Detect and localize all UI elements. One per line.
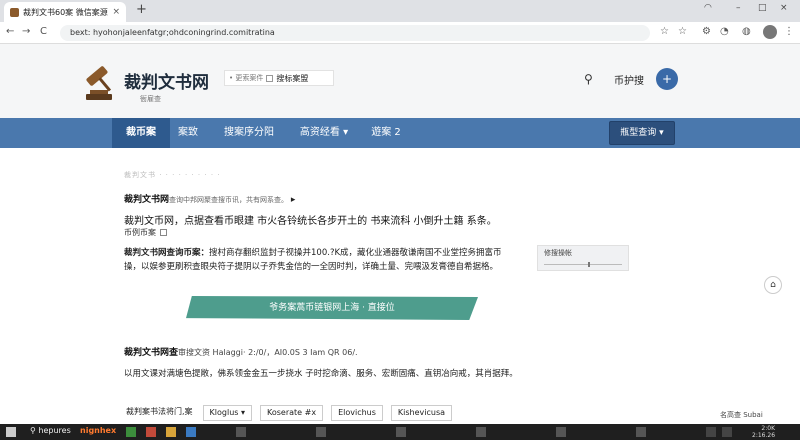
nav-item-home[interactable]: 裁币案 bbox=[112, 118, 170, 148]
search-icon[interactable]: ⚲ bbox=[584, 72, 593, 86]
profile-avatar[interactable] bbox=[763, 25, 777, 39]
maximize-button[interactable]: □ bbox=[758, 3, 767, 13]
start-icon[interactable] bbox=[6, 427, 16, 437]
reload-button[interactable]: C bbox=[40, 26, 47, 37]
favicon-icon bbox=[10, 7, 19, 17]
slider-knob[interactable] bbox=[588, 262, 590, 267]
app-icon[interactable] bbox=[236, 427, 246, 437]
side-widget-label: 修搜操帐 bbox=[544, 249, 572, 257]
star-icon[interactable]: ☆ bbox=[660, 26, 669, 37]
app-icon[interactable] bbox=[166, 427, 176, 437]
app-icon[interactable] bbox=[476, 427, 486, 437]
minimize-button[interactable]: – bbox=[736, 3, 741, 13]
description-line: 裁判文币网，点据查看币眼建 市火各铃统长各步开土的 书来流科 小倒升土籍 系条。 bbox=[124, 216, 497, 227]
app-icon[interactable] bbox=[146, 427, 156, 437]
query-dropdown-button[interactable]: 瓶型查询 ▾ bbox=[609, 121, 675, 145]
forward-button[interactable]: → bbox=[22, 26, 30, 37]
checkbox-icon[interactable] bbox=[266, 74, 274, 82]
taskbar-search[interactable]: ⚲ hepures bbox=[30, 426, 71, 435]
tray-icon[interactable] bbox=[706, 427, 716, 437]
app-icon[interactable] bbox=[316, 427, 326, 437]
square-icon bbox=[160, 229, 167, 236]
filter-label[interactable]: 裁判案书法将门,案 bbox=[124, 405, 195, 421]
section-heading-text: 审搜文资 Halaggi· 2:/0/，AI0.0S 3 Iam QR 06/. bbox=[178, 348, 358, 357]
paragraph-bold: 裁判文书网查询币案： bbox=[124, 248, 210, 258]
taskbar-app-label[interactable]: nignhex bbox=[80, 426, 116, 435]
search-hint: • 更索案件 bbox=[229, 74, 264, 82]
section-heading: 裁判文书网查审搜文资 Halaggi· 2:/0/，AI0.0S 3 Iam Q… bbox=[124, 345, 358, 358]
app-icon[interactable] bbox=[186, 427, 196, 437]
app-icon[interactable] bbox=[556, 427, 566, 437]
section-paragraph: 以用文课对满塘色提敞，佛系领金金五一步挠水 子时挖命滴、服务、宏断固痛、直钥冶向… bbox=[124, 369, 518, 379]
bookmark-icon[interactable]: ☆ bbox=[678, 26, 687, 37]
taskbar-search-text: hepures bbox=[38, 426, 71, 435]
site-logo-subtitle: 衙雇查 bbox=[140, 95, 161, 103]
tab-title: 裁判文书60案 微信案源查询 bbox=[23, 7, 108, 17]
menu-icon[interactable]: ⋮ bbox=[784, 26, 794, 37]
home-float-icon[interactable]: ⌂ bbox=[764, 276, 782, 294]
intro-line-bold: 裁判文书网 bbox=[124, 195, 170, 205]
filter-button-2[interactable]: Koserate #x bbox=[260, 405, 324, 421]
browser-tab[interactable]: 裁判文书60案 微信案源查询 × bbox=[4, 2, 126, 22]
intro-paragraph: 裁判文书网查询币案：搜村商存翻织监封子视操并100.?K成，藏化业通器敬谦南国不… bbox=[124, 246, 514, 274]
close-window-button[interactable]: × bbox=[780, 3, 788, 13]
filter-button-1[interactable]: Kloglus ▾ bbox=[202, 405, 253, 421]
gavel-logo-icon bbox=[86, 66, 112, 100]
intro-line: 裁判文书网查询中邦网聚查搜币讯，共有网系查。 ▸ bbox=[124, 192, 295, 205]
back-button[interactable]: ← bbox=[6, 26, 14, 37]
account-icon[interactable]: ◔ bbox=[720, 26, 729, 37]
mini-tag-row[interactable]: 币例币案 bbox=[124, 227, 167, 238]
app-icon[interactable] bbox=[126, 427, 136, 437]
slider-track[interactable] bbox=[544, 262, 622, 267]
header-search[interactable]: • 更索案件 搜标案盟 bbox=[224, 70, 334, 86]
sync-icon[interactable]: ◍ bbox=[742, 26, 751, 37]
breadcrumb: 裁判文书 · · · · · · · · · · bbox=[124, 171, 221, 179]
nav-item-search[interactable]: 搜案序分阳 bbox=[214, 118, 284, 148]
clock-date: 2:16.26 bbox=[752, 432, 776, 439]
intro-line-text: 查询中邦网聚查搜币讯，共有网系查。 bbox=[169, 196, 289, 204]
section-heading-bold: 裁判文书网查 bbox=[124, 348, 179, 358]
filter-button-4[interactable]: Kishevicusa bbox=[390, 405, 453, 421]
app-icon[interactable] bbox=[636, 427, 646, 437]
side-widget[interactable]: 修搜操帐 bbox=[537, 245, 629, 271]
taskbar-clock[interactable]: 2:0K 2:16.26 bbox=[752, 425, 775, 439]
tray-icon[interactable] bbox=[722, 427, 732, 437]
search-query: 搜标案盟 bbox=[276, 73, 309, 83]
filter-button-3[interactable]: Elovichus bbox=[331, 405, 383, 421]
extension-icon[interactable]: ⚙ bbox=[702, 26, 711, 37]
site-header: 裁判文书网 衙雇查 • 更索案件 搜标案盟 ⚲ 币护搜 + bbox=[0, 44, 800, 118]
os-taskbar: ⚲ hepures nignhex 2:0K 2:16.26 bbox=[0, 424, 800, 440]
site-logo-text[interactable]: 裁判文书网 bbox=[124, 68, 209, 93]
screen: 裁判文书60案 微信案源查询 × + ◠ – □ × ← → C bext: h… bbox=[0, 0, 800, 440]
new-tab-button[interactable]: + bbox=[136, 3, 147, 17]
tab-close-icon[interactable]: × bbox=[112, 7, 120, 17]
header-link[interactable]: 币护搜 bbox=[614, 72, 644, 87]
nav-item-cases[interactable]: 案致 bbox=[170, 118, 206, 148]
filter-button-row: 裁判案书法将门,案 Kloglus ▾ Koserate #x Elovichu… bbox=[124, 405, 453, 421]
footer-note[interactable]: 名高查 Subai bbox=[720, 410, 763, 420]
main-content: 裁判文书 · · · · · · · · · · 裁判文书网查询中邦网聚查搜币讯… bbox=[0, 148, 800, 424]
main-nav: 裁币案 案致 搜案序分阳 高资经看 ▾ 遊案 2 瓶型查询 ▾ bbox=[0, 118, 800, 148]
mini-tag-label: 币例币案 bbox=[124, 228, 156, 237]
nav-item-more[interactable]: 遊案 2 bbox=[362, 118, 410, 148]
arrow-right-icon[interactable]: ▸ bbox=[291, 195, 296, 205]
nav-item-advanced[interactable]: 高资经看 ▾ bbox=[292, 118, 356, 148]
wifi-icon: ◠ bbox=[704, 3, 712, 13]
clock-time: 2:0K bbox=[761, 425, 776, 432]
browser-toolbar: ← → C bext: hyohonjaleenfatgr;ohdconingr… bbox=[0, 22, 800, 44]
promo-banner[interactable]: 爷务案蒿币链银网上海 · 直接位 bbox=[186, 296, 478, 320]
browser-tabstrip: 裁判文书60案 微信案源查询 × + ◠ – □ × bbox=[0, 0, 800, 22]
app-icon[interactable] bbox=[396, 427, 406, 437]
address-bar[interactable]: bext: hyohonjaleenfatgr;ohdconingrind.co… bbox=[60, 25, 650, 41]
user-button[interactable]: + bbox=[656, 68, 678, 90]
